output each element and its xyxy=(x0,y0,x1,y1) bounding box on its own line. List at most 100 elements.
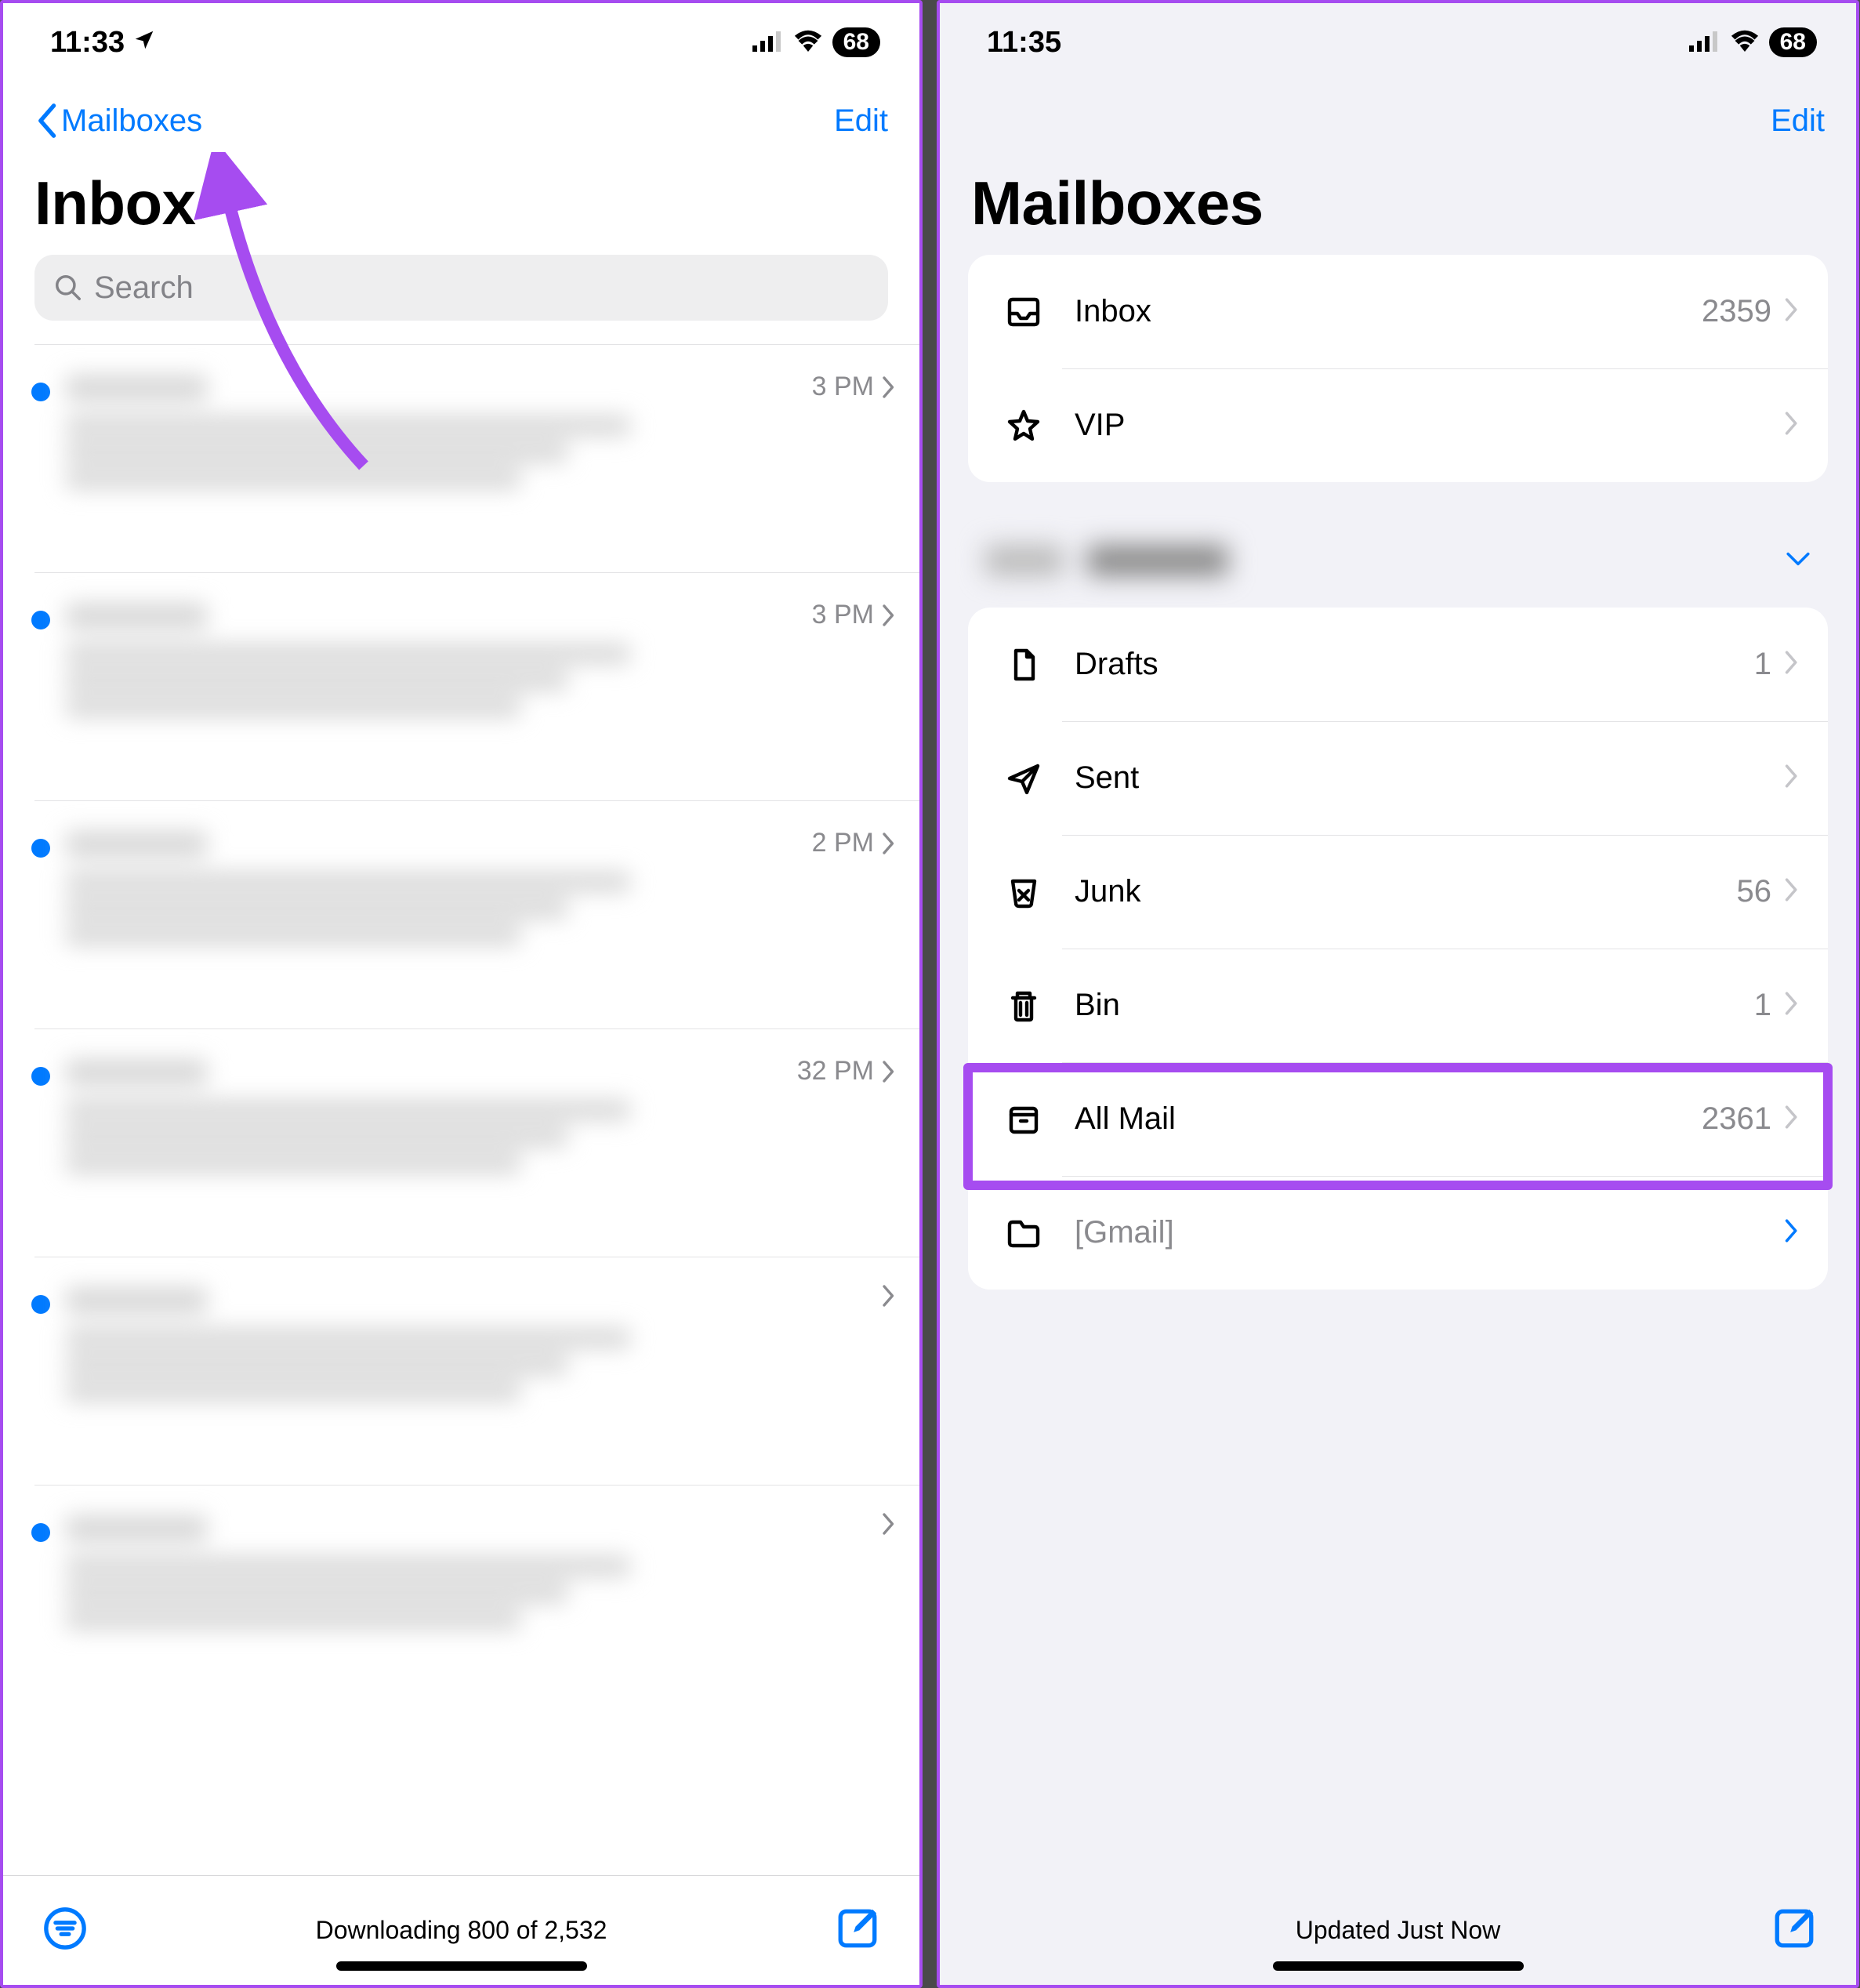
mailboxes-screen: 11:35 68 Edit Mailboxes Inbox 2359 VIP xyxy=(937,0,1859,1988)
chevron-right-icon xyxy=(882,1060,896,1083)
box-icon xyxy=(996,1101,1051,1138)
nav-bar: Edit xyxy=(940,82,1856,160)
message-row[interactable]: 3 PM xyxy=(34,572,919,800)
mailbox-label: Bin xyxy=(1051,988,1754,1023)
mailbox-row-all-mail[interactable]: All Mail 2361 xyxy=(968,1062,1828,1176)
page-title: Mailboxes xyxy=(940,160,1856,255)
back-label: Mailboxes xyxy=(61,103,202,139)
mailbox-row-vip[interactable]: VIP xyxy=(968,368,1828,482)
message-time: 32 PM xyxy=(797,1056,874,1087)
message-preview-redacted xyxy=(66,825,896,1005)
status-bar: 11:33 68 xyxy=(3,3,919,82)
chevron-right-icon xyxy=(1784,991,1800,1020)
message-preview-redacted xyxy=(66,597,896,777)
chevron-right-icon xyxy=(1784,650,1800,679)
chevron-left-icon xyxy=(34,102,58,140)
chevron-down-icon xyxy=(1786,551,1811,571)
annotation-arrow xyxy=(183,152,387,481)
unread-dot-icon xyxy=(31,1523,50,1542)
edit-button[interactable]: Edit xyxy=(1771,103,1825,139)
chevron-right-icon xyxy=(882,1284,896,1308)
chevron-right-icon xyxy=(882,604,896,627)
status-time: 11:33 xyxy=(50,26,125,60)
wifi-icon xyxy=(1730,26,1760,60)
tray-icon xyxy=(996,293,1051,331)
cellular-icon xyxy=(752,26,784,60)
account-header[interactable] xyxy=(940,513,1856,608)
message-row[interactable]: 2 PM xyxy=(34,800,919,1028)
page-title: Inbox xyxy=(3,160,919,255)
chevron-right-icon xyxy=(882,1512,896,1536)
mailbox-row-drafts[interactable]: Drafts 1 xyxy=(968,608,1828,721)
mailbox-label: VIP xyxy=(1051,408,1784,443)
wifi-icon xyxy=(793,26,823,60)
search-placeholder: Search xyxy=(94,270,194,306)
location-icon xyxy=(132,26,156,60)
message-row[interactable] xyxy=(34,1485,919,1713)
sync-status: Downloading 800 of 2,532 xyxy=(88,1916,835,1945)
mailbox-count: 2359 xyxy=(1702,294,1771,329)
chevron-right-icon xyxy=(1784,764,1800,793)
message-row[interactable]: 32 PM xyxy=(34,1028,919,1257)
chevron-right-icon xyxy=(1784,877,1800,906)
mailbox-row-sent[interactable]: Sent xyxy=(968,721,1828,835)
mailbox-row-junk[interactable]: Junk 56 xyxy=(968,835,1828,949)
home-indicator[interactable] xyxy=(1273,1961,1524,1971)
mailbox-label: Junk xyxy=(1051,874,1737,909)
mailbox-group-account: Drafts 1 Sent Junk 56 Bin 1 All xyxy=(968,608,1828,1290)
message-preview-redacted xyxy=(66,1281,896,1461)
chevron-right-icon xyxy=(1784,411,1800,440)
back-button[interactable]: Mailboxes xyxy=(34,102,202,140)
plane-icon xyxy=(996,760,1051,797)
inbox-screen: 11:33 68 Mailboxes Edit Inbox Search xyxy=(0,0,923,1988)
chevron-right-icon xyxy=(882,832,896,855)
mailbox-count: 2361 xyxy=(1702,1101,1771,1137)
mailbox-count: 1 xyxy=(1754,647,1771,682)
chevron-right-icon xyxy=(1784,297,1800,326)
compose-button[interactable] xyxy=(835,1906,880,1955)
message-preview-redacted xyxy=(66,1509,896,1689)
chevron-right-icon xyxy=(882,375,896,399)
mailbox-count: 56 xyxy=(1737,874,1772,909)
mailbox-count: 1 xyxy=(1754,988,1771,1023)
unread-dot-icon xyxy=(31,1295,50,1314)
message-time: 3 PM xyxy=(812,372,874,402)
message-row[interactable]: 3 PM xyxy=(34,344,919,572)
unread-dot-icon xyxy=(31,611,50,629)
message-time: 2 PM xyxy=(812,828,874,858)
unread-dot-icon xyxy=(31,383,50,401)
message-list[interactable]: 3 PM 3 PM 2 PM xyxy=(3,336,919,1875)
search-input[interactable]: Search xyxy=(34,255,888,321)
sync-status: Updated Just Now xyxy=(1024,1916,1771,1945)
unread-dot-icon xyxy=(31,839,50,858)
filter-button[interactable] xyxy=(42,1906,88,1955)
compose-button[interactable] xyxy=(1771,1906,1817,1955)
mailbox-row-inbox[interactable]: Inbox 2359 xyxy=(968,255,1828,368)
chevron-right-icon xyxy=(1784,1105,1800,1134)
chevron-right-icon xyxy=(1784,1218,1800,1247)
nav-bar: Mailboxes Edit xyxy=(3,82,919,160)
folder-icon xyxy=(996,1214,1051,1252)
message-time: 3 PM xyxy=(812,600,874,630)
search-icon xyxy=(53,273,83,303)
message-preview-redacted xyxy=(66,1053,896,1233)
mailbox-label: [Gmail] xyxy=(1051,1215,1784,1250)
trash-icon xyxy=(996,987,1051,1025)
message-row[interactable] xyxy=(34,1257,919,1485)
edit-button[interactable]: Edit xyxy=(834,103,888,139)
junk-icon xyxy=(996,873,1051,911)
mailbox-row-bin[interactable]: Bin 1 xyxy=(968,949,1828,1062)
mailbox-row--gmail-[interactable]: [Gmail] xyxy=(968,1176,1828,1290)
star-icon xyxy=(996,407,1051,444)
battery-indicator: 68 xyxy=(832,27,880,57)
mailbox-group-primary: Inbox 2359 VIP xyxy=(968,255,1828,482)
status-bar: 11:35 68 xyxy=(940,3,1856,82)
battery-indicator: 68 xyxy=(1769,27,1817,57)
mailbox-label: Drafts xyxy=(1051,647,1754,682)
mailbox-label: Inbox xyxy=(1051,294,1702,329)
account-name-redacted xyxy=(985,545,1228,576)
mailbox-label: Sent xyxy=(1051,760,1784,796)
cellular-icon xyxy=(1689,26,1720,60)
unread-dot-icon xyxy=(31,1067,50,1086)
home-indicator[interactable] xyxy=(336,1961,587,1971)
